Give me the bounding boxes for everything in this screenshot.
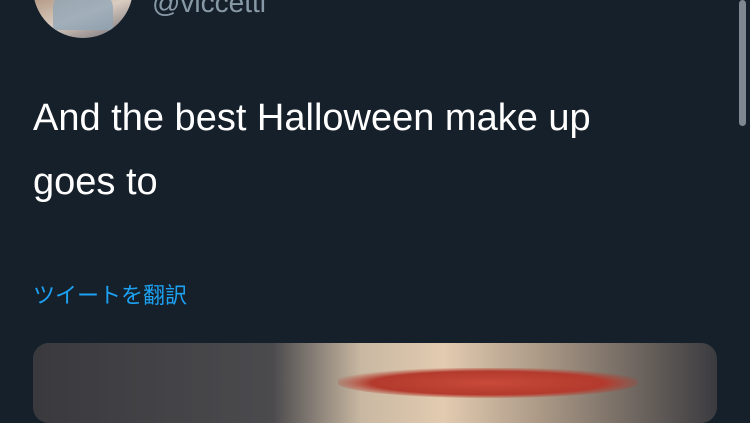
- media-makeup-mark: [338, 368, 638, 398]
- tweet-text: And the best Halloween make up goes to: [33, 97, 591, 203]
- user-handle[interactable]: @viccetti: [152, 0, 266, 20]
- tweet-media[interactable]: [33, 343, 717, 423]
- avatar-photo-shape: [53, 0, 113, 30]
- translate-tweet-link[interactable]: ツイートを翻訳: [33, 282, 187, 310]
- scrollbar[interactable]: [739, 0, 746, 126]
- avatar[interactable]: [33, 0, 133, 38]
